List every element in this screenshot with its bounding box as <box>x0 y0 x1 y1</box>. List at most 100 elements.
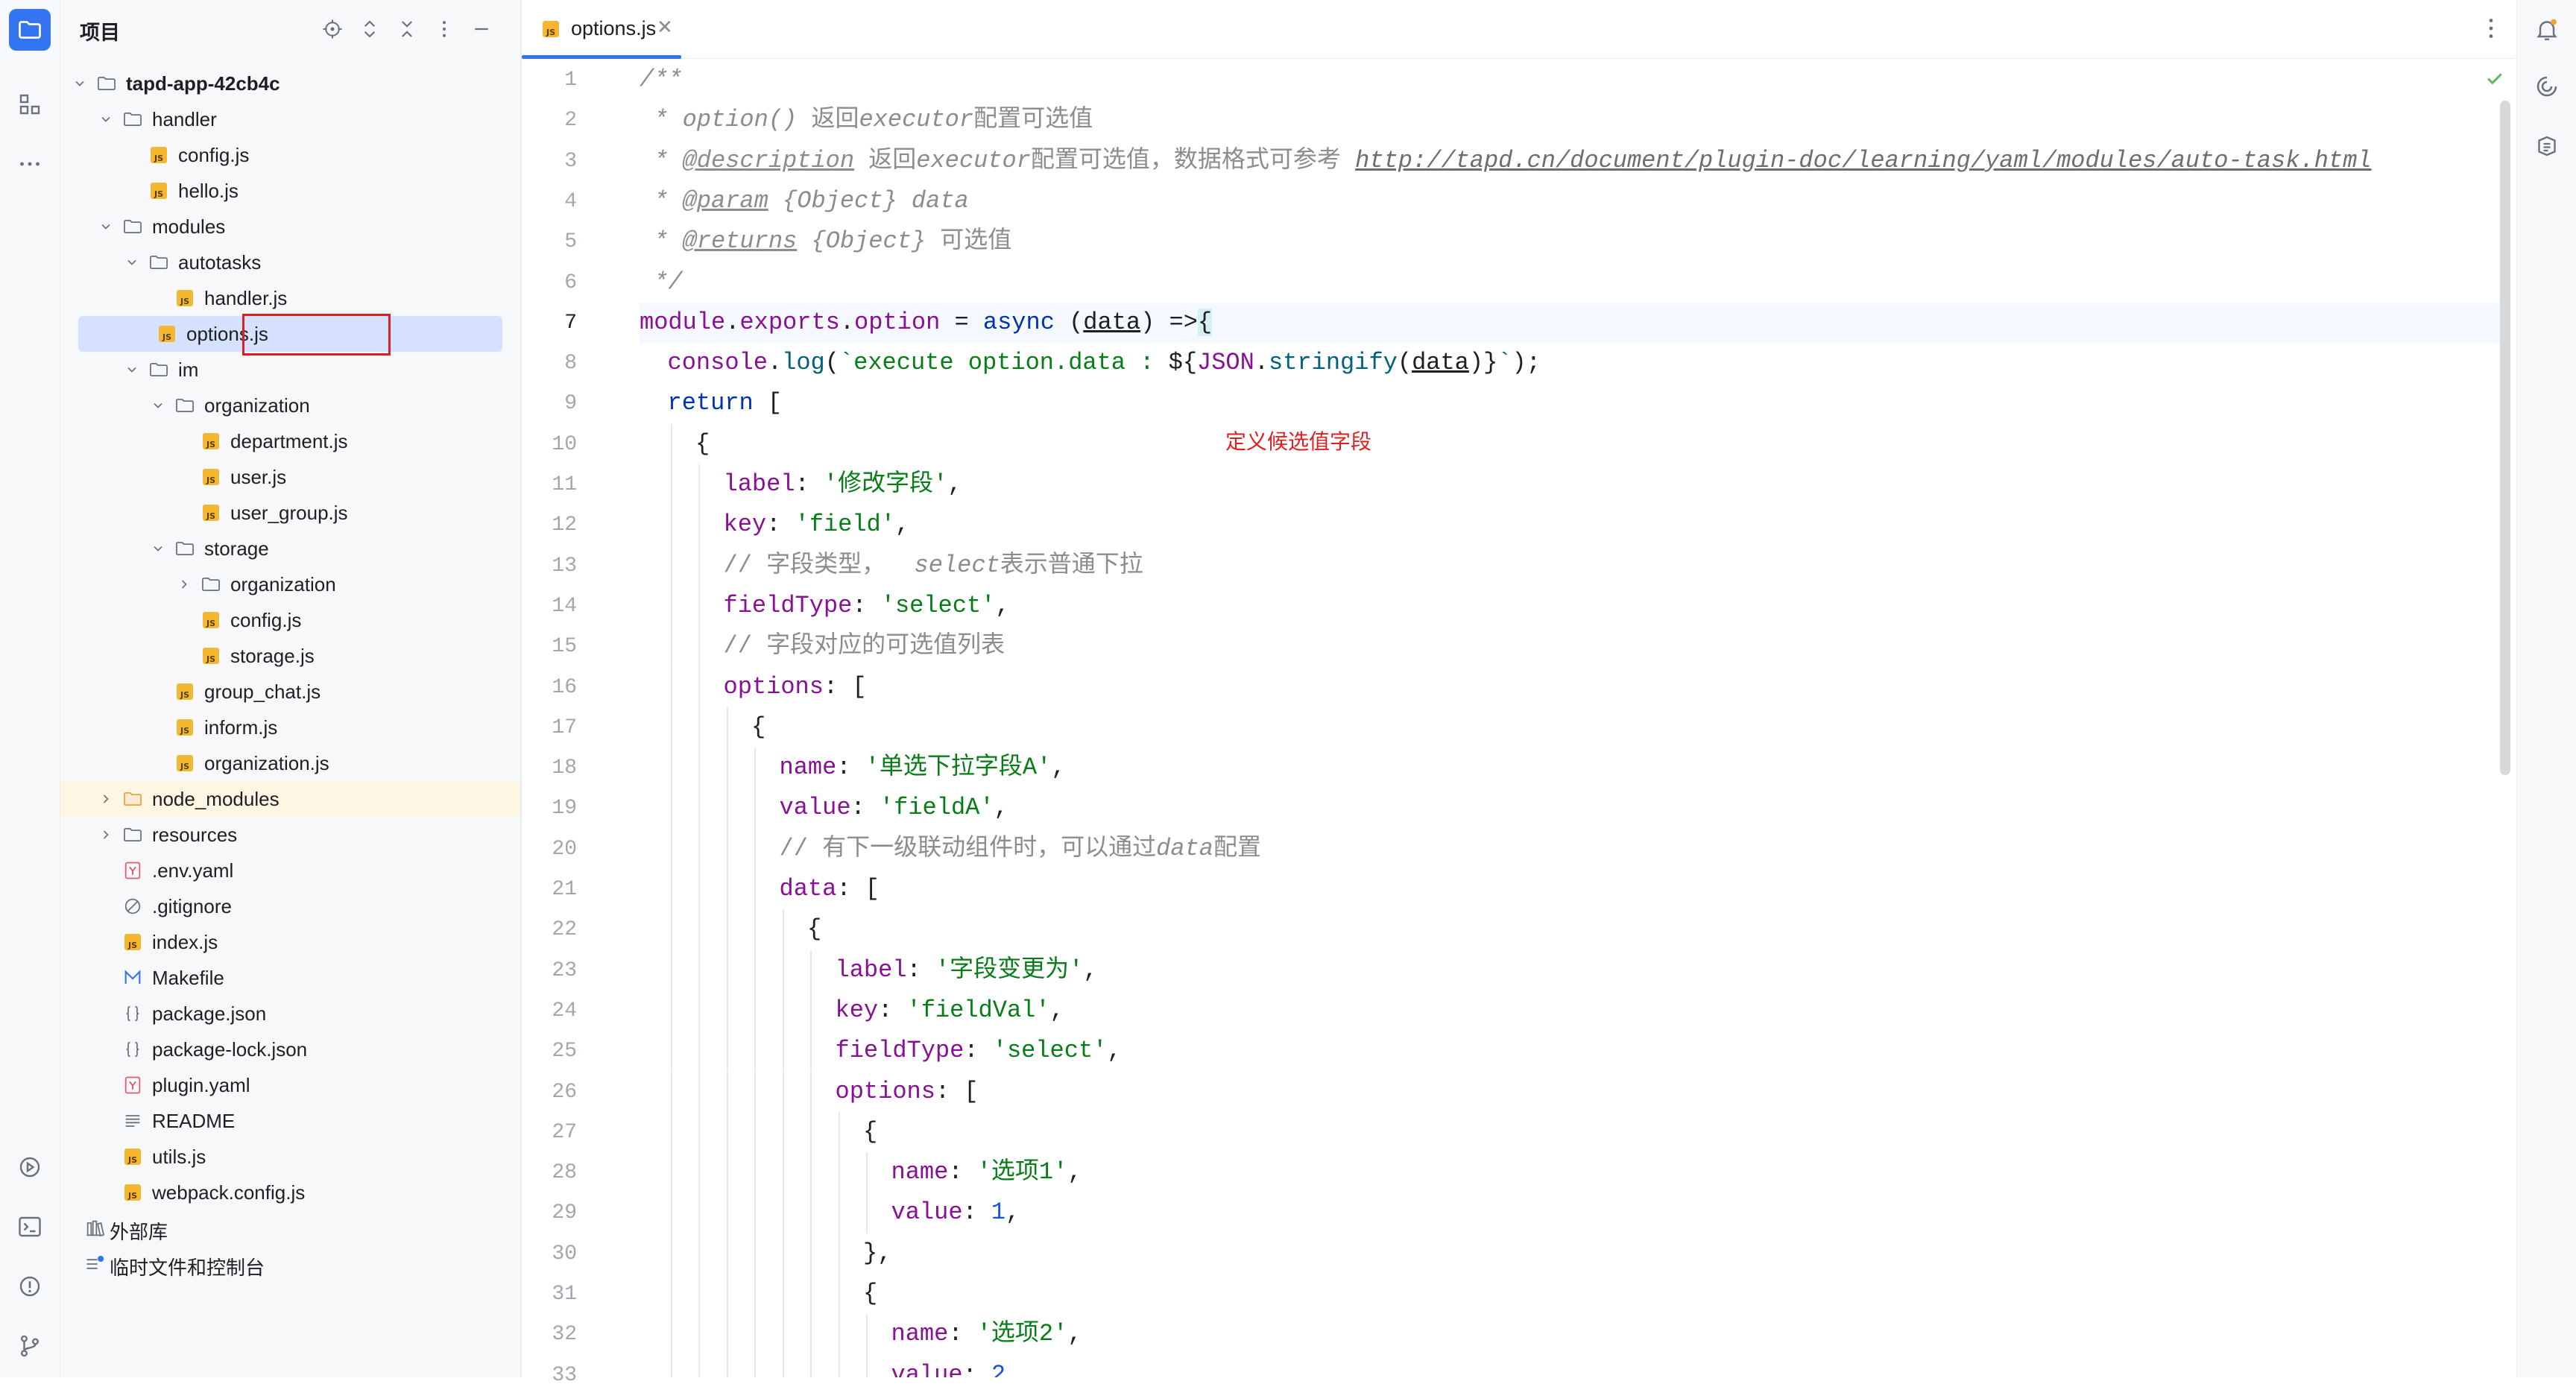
code-line[interactable]: * @param {Object} data <box>640 181 968 221</box>
terminal-icon[interactable] <box>9 1206 51 1248</box>
tree-row[interactable]: node_modules <box>60 781 520 817</box>
tree-row[interactable]: JS group_chat.js <box>60 674 520 710</box>
code-line[interactable]: value: 2, <box>640 1355 1020 1377</box>
editor-scrollbar[interactable] <box>2500 101 2510 775</box>
collapse-all-icon[interactable] <box>393 15 421 43</box>
code-line[interactable]: data: [ <box>640 869 880 909</box>
code-line[interactable]: value: 1, <box>640 1192 1020 1233</box>
tree-row[interactable]: JS config.js <box>60 602 520 638</box>
tree-row[interactable]: JS utils.js <box>60 1139 520 1175</box>
project-icon[interactable] <box>9 9 51 51</box>
code-line[interactable]: name: '选项2', <box>640 1314 1082 1354</box>
ai-assistant-icon[interactable] <box>2526 66 2568 107</box>
hide-icon[interactable] <box>467 15 496 43</box>
code-line[interactable]: label: '修改字段', <box>640 464 962 505</box>
tree-row[interactable]: tapd-app-42cb4c <box>60 66 520 101</box>
tree-row[interactable]: package.json <box>60 996 520 1031</box>
tree-row[interactable]: JS index.js <box>60 924 520 960</box>
tree-row[interactable]: JS handler.js <box>60 280 520 316</box>
code-line[interactable]: * @description 返回executor配置可选值，数据格式可参考 h… <box>640 141 2371 181</box>
tree-row[interactable]: JS webpack.config.js <box>60 1175 520 1210</box>
tree-row[interactable]: 临时文件和控制台 <box>60 1246 520 1282</box>
code-line[interactable]: name: '选项1', <box>640 1152 1082 1192</box>
tree-row[interactable]: 外部库 <box>60 1210 520 1246</box>
tree-row[interactable]: package-lock.json <box>60 1031 520 1067</box>
chevron-right-icon[interactable] <box>97 790 115 808</box>
editor-menu-icon[interactable] <box>2478 15 2504 42</box>
code-line[interactable]: fieldType: 'select', <box>640 586 1010 626</box>
code-line[interactable]: }, <box>640 1233 891 1274</box>
code-line[interactable]: module.exports.option = async (data) =>{ <box>640 302 2509 343</box>
chevron-down-icon[interactable] <box>71 75 89 92</box>
services-icon[interactable] <box>9 1146 51 1188</box>
code-line[interactable]: { <box>640 424 710 464</box>
tree-row[interactable]: plugin.yaml <box>60 1067 520 1103</box>
tree-row[interactable]: handler <box>60 101 520 137</box>
code-line[interactable]: // 字段类型， select表示普通下拉 <box>640 546 1143 586</box>
tree-row[interactable]: JS user.js <box>60 459 520 495</box>
selection-highlight-box <box>242 314 391 356</box>
tree-row[interactable]: JS storage.js <box>60 638 520 674</box>
more-tools-icon[interactable] <box>9 143 51 185</box>
code-line[interactable]: // 字段对应的可选值列表 <box>640 626 1006 666</box>
code-line[interactable]: { <box>640 909 821 950</box>
code-line[interactable]: label: '字段变更为', <box>640 950 1098 991</box>
tab-options-js[interactable]: JS options.js ✕ <box>522 0 681 59</box>
chevron-down-icon[interactable] <box>123 253 141 271</box>
tree-row[interactable]: JS config.js <box>60 137 520 173</box>
tree-row[interactable]: modules <box>60 209 520 244</box>
code-line[interactable]: { <box>640 1112 877 1152</box>
code-line[interactable]: console.log(`execute option.data : ${JSO… <box>640 343 1541 383</box>
code-line[interactable]: name: '单选下拉字段A', <box>640 748 1066 788</box>
chevron-down-icon[interactable] <box>97 218 115 236</box>
code-line[interactable]: key: 'field', <box>640 505 910 545</box>
tree-row[interactable]: README <box>60 1103 520 1139</box>
code-line[interactable]: { <box>640 1274 877 1314</box>
code-line[interactable]: * option() 返回executor配置可选值 <box>640 100 1093 140</box>
code-line[interactable]: key: 'fieldVal', <box>640 991 1064 1031</box>
git-icon[interactable] <box>9 1325 51 1367</box>
code-line[interactable]: value: 'fieldA', <box>640 788 1008 828</box>
copilot-icon[interactable] <box>2526 125 2568 167</box>
tree-row[interactable]: resources <box>60 817 520 853</box>
chevron-down-icon[interactable] <box>97 110 115 128</box>
code-line[interactable]: */ <box>640 262 682 303</box>
tree-row[interactable]: storage <box>60 531 520 566</box>
tree-row[interactable]: organization <box>60 388 520 423</box>
locate-icon[interactable] <box>318 15 347 43</box>
code-line[interactable]: options: [ <box>640 667 867 707</box>
tree-row[interactable]: autotasks <box>60 244 520 280</box>
chevron-right-icon[interactable] <box>175 575 193 593</box>
code-line[interactable]: // 有下一级联动组件时，可以通过data配置 <box>640 829 1261 869</box>
code-line[interactable]: * @returns {Object} 可选值 <box>640 221 1011 262</box>
problems-icon[interactable] <box>9 1266 51 1307</box>
chevron-down-icon[interactable] <box>149 396 167 414</box>
indent-guide <box>838 1314 840 1355</box>
inspection-ok-icon[interactable] <box>2484 67 2506 89</box>
structure-icon[interactable] <box>9 83 51 125</box>
more-icon[interactable] <box>430 15 458 43</box>
tree-row[interactable]: im <box>60 352 520 388</box>
code-line[interactable]: fieldType: 'select', <box>640 1031 1122 1071</box>
code-line[interactable]: options: [ <box>640 1072 979 1112</box>
tree-row[interactable]: JS inform.js <box>60 710 520 745</box>
tree-row[interactable]: JS hello.js <box>60 173 520 209</box>
chevron-down-icon[interactable] <box>123 361 141 379</box>
chevron-down-icon[interactable] <box>149 540 167 557</box>
tree-row[interactable]: JS organization.js <box>60 745 520 781</box>
tree-row[interactable]: .gitignore <box>60 888 520 924</box>
notifications-icon[interactable] <box>2526 9 2568 51</box>
tree-row[interactable]: JS department.js <box>60 423 520 459</box>
code-line[interactable]: /** <box>640 60 683 100</box>
tree-row[interactable]: organization <box>60 566 520 602</box>
code-content: { <box>807 909 821 950</box>
tree-row[interactable]: JS user_group.js <box>60 495 520 531</box>
expand-all-icon[interactable] <box>356 15 384 43</box>
chevron-right-icon[interactable] <box>97 826 115 844</box>
code-line[interactable]: return [ <box>640 383 783 423</box>
tree-row[interactable]: .env.yaml <box>60 853 520 888</box>
tree-row[interactable]: Makefile <box>60 960 520 996</box>
code-editor[interactable]: /** * option() 返回executor配置可选值 * @descri… <box>640 60 2509 1377</box>
close-icon[interactable]: ✕ <box>657 16 673 39</box>
code-line[interactable]: { <box>640 707 765 748</box>
